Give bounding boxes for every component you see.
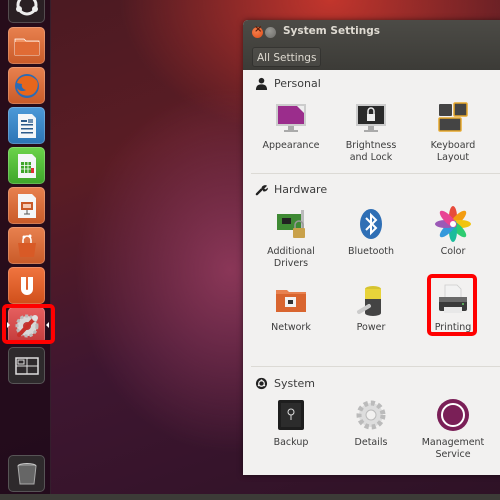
item-label: Power — [356, 322, 386, 333]
wrench-icon — [255, 185, 268, 196]
item-label: Layout — [436, 152, 470, 163]
settings-item-bluetooth[interactable]: Bluetooth — [331, 206, 411, 258]
section-hardware-header: Hardware — [255, 183, 327, 196]
system-settings-window: System Settings All Settings Personal Ap… — [243, 20, 500, 475]
launcher-writer[interactable] — [8, 107, 45, 144]
item-label: Keyboard — [430, 140, 476, 151]
launcher-software-center[interactable] — [8, 227, 45, 264]
printing-highlight-box — [427, 274, 477, 336]
minimize-button[interactable] — [265, 27, 276, 38]
workspace-grid-icon — [14, 356, 39, 375]
settings-item-power[interactable]: Power — [331, 282, 411, 334]
bluetooth-icon — [360, 209, 382, 239]
settings-item-keyboard-layout[interactable]: Keyboard Layout — [413, 100, 493, 164]
lock-monitor-icon — [356, 104, 386, 132]
item-label: Drivers — [273, 258, 309, 269]
item-label: Management — [421, 437, 485, 448]
backup-safe-icon — [278, 400, 304, 430]
calc-spreadsheet-icon — [17, 153, 36, 178]
folder-icon — [14, 38, 39, 55]
all-settings-button[interactable]: All Settings — [252, 47, 322, 67]
item-label: Backup — [273, 437, 309, 448]
launcher-calc[interactable] — [8, 147, 45, 184]
shopping-bag-icon — [17, 234, 36, 257]
appearance-monitor-icon — [276, 104, 306, 132]
ubuntu-logo-icon — [255, 377, 268, 390]
launcher-workspace-switcher[interactable] — [8, 347, 45, 384]
item-label: Brightness — [345, 140, 397, 151]
item-label: Appearance — [262, 140, 320, 151]
ubuntu-one-icon — [20, 276, 33, 295]
settings-item-appearance[interactable]: Appearance — [251, 100, 331, 152]
launcher-firefox[interactable] — [8, 67, 45, 104]
keyboard-layout-icon — [438, 102, 468, 132]
gear-icon — [356, 400, 386, 430]
bottom-panel — [0, 494, 500, 500]
launcher-files[interactable] — [8, 27, 45, 64]
section-title: Personal — [274, 77, 321, 90]
section-system-header: System — [255, 377, 315, 390]
network-folder-icon — [276, 290, 306, 312]
settings-item-color[interactable]: Color — [413, 206, 493, 258]
writer-document-icon — [17, 113, 36, 138]
launcher-ubuntu-one[interactable] — [8, 267, 45, 304]
settings-item-brightness-lock[interactable]: Brightness and Lock — [331, 100, 411, 164]
impress-presentation-icon — [17, 193, 36, 218]
firefox-icon — [14, 73, 39, 98]
trash-icon — [17, 462, 36, 484]
window-title: System Settings — [283, 25, 380, 37]
section-divider — [251, 366, 500, 367]
item-label: and Lock — [349, 152, 393, 163]
settings-item-details[interactable]: Details — [331, 397, 411, 449]
item-label: Color — [440, 246, 466, 257]
launcher-trash[interactable] — [8, 455, 45, 492]
battery-plug-icon — [357, 286, 381, 316]
titlebar: System Settings All Settings — [243, 20, 500, 70]
section-title: Hardware — [274, 183, 328, 196]
item-label: Network — [271, 322, 311, 333]
launcher-impress[interactable] — [8, 187, 45, 224]
driver-card-lock-icon — [277, 210, 305, 238]
launcher-highlight-box — [2, 304, 55, 344]
close-button[interactable] — [252, 24, 263, 38]
settings-item-backup[interactable]: Backup — [251, 397, 331, 449]
launcher-dash-home[interactable] — [8, 0, 45, 23]
item-label: Additional — [267, 246, 315, 257]
ubuntu-logo-icon — [15, 0, 38, 15]
landscape-circle-icon — [437, 399, 469, 431]
item-label: Bluetooth — [347, 246, 395, 257]
unity-launcher — [0, 0, 51, 494]
section-personal-header: Personal — [255, 77, 321, 90]
section-title: System — [274, 377, 316, 390]
item-label: Details — [354, 437, 388, 448]
person-icon — [255, 77, 268, 90]
item-label: Service — [435, 449, 471, 460]
section-divider — [251, 173, 500, 174]
color-flower-icon — [435, 206, 471, 242]
settings-item-network[interactable]: Network — [251, 282, 331, 334]
settings-item-additional-drivers[interactable]: Additional Drivers — [251, 206, 331, 270]
settings-item-management-service[interactable]: Management Service — [413, 397, 493, 461]
